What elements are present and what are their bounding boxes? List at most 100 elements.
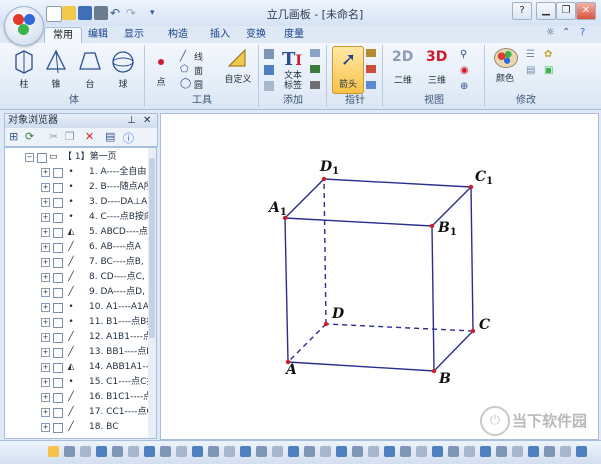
- tree-expand-icon[interactable]: +: [41, 348, 50, 357]
- text-label-label[interactable]: 文本 标签: [280, 71, 306, 91]
- tree-item-checkbox[interactable]: [53, 273, 63, 283]
- vertex-C[interactable]: [470, 328, 476, 334]
- object-tree[interactable]: − ▭ 【 1】第一页 + • 1. A----全自由 + • 2. B----随点A所 +…: [4, 147, 150, 439]
- tree-item-checkbox[interactable]: [53, 228, 63, 238]
- color-label[interactable]: 颜色: [490, 71, 520, 84]
- circle-tool-icon[interactable]: [112, 446, 123, 457]
- save-icon[interactable]: [78, 6, 92, 20]
- add-grid-icon-2[interactable]: [264, 65, 274, 75]
- custom-tool-icon[interactable]: [226, 47, 248, 69]
- edge-D1A1[interactable]: [284, 178, 325, 219]
- minimize-button[interactable]: ▁: [536, 2, 556, 20]
- tree-expand-icon[interactable]: +: [41, 213, 50, 222]
- tree-item-checkbox[interactable]: [53, 333, 63, 343]
- tree-expand-icon[interactable]: +: [41, 303, 50, 312]
- restore-button[interactable]: ❐: [556, 2, 576, 20]
- tree-expand-icon[interactable]: +: [41, 168, 50, 177]
- show-tool-icon[interactable]: [320, 446, 331, 457]
- open-folder-icon[interactable]: [62, 6, 76, 20]
- tree-item-checkbox[interactable]: [53, 213, 63, 223]
- panel-close-icon[interactable]: ✕: [143, 114, 151, 128]
- help-tool-icon[interactable]: [480, 446, 491, 457]
- tree-expand-icon[interactable]: +: [41, 318, 50, 327]
- arrow-tool-button[interactable]: ➚ 箭头: [332, 46, 364, 94]
- color-palette-icon[interactable]: [494, 48, 518, 68]
- point-tool-icon[interactable]: [64, 446, 75, 457]
- label-tool-icon[interactable]: [576, 446, 587, 457]
- view-2d-icon[interactable]: 2D: [392, 49, 413, 65]
- line-tool-label[interactable]: 线: [194, 50, 206, 63]
- quick-access-dropdown-icon[interactable]: ▾: [150, 6, 164, 20]
- vertex-D1[interactable]: [321, 176, 327, 182]
- pin-icon[interactable]: ⊥: [127, 114, 136, 128]
- tree-collapse-icon[interactable]: −: [25, 153, 34, 162]
- text-label-icon[interactable]: TI: [282, 49, 302, 70]
- info-icon[interactable]: ⓘ: [123, 130, 134, 146]
- tree-refresh-icon[interactable]: ⟳: [25, 130, 34, 143]
- tree-item-checkbox[interactable]: [53, 393, 63, 403]
- edge-BC[interactable]: [433, 330, 474, 372]
- modify-extra-icon-3[interactable]: ✿: [544, 49, 552, 60]
- edge-BB1[interactable]: [431, 225, 435, 372]
- pyramid-icon[interactable]: [44, 49, 68, 75]
- frustum-icon[interactable]: [78, 49, 102, 75]
- help-icon[interactable]: ?: [512, 2, 532, 20]
- add-side-icon-2[interactable]: [310, 65, 320, 73]
- pointer-extra-icon-2[interactable]: [366, 65, 376, 73]
- prism-icon[interactable]: [12, 49, 36, 75]
- tree-checkbox[interactable]: [37, 153, 47, 163]
- tree-expand-icon[interactable]: +: [41, 228, 50, 237]
- print-tool-icon[interactable]: [528, 446, 539, 457]
- zoom-in-tool-icon[interactable]: [352, 446, 363, 457]
- frustum-tool-icon[interactable]: [160, 446, 171, 457]
- close-button[interactable]: ✕: [576, 2, 596, 20]
- view-2d-label[interactable]: 二维: [390, 73, 416, 86]
- settings-tool-icon[interactable]: [496, 446, 507, 457]
- tree-expand-icon[interactable]: +: [41, 423, 50, 432]
- edge-A1B1[interactable]: [284, 217, 433, 227]
- edge-CC1[interactable]: [470, 186, 474, 332]
- add-side-icon-3[interactable]: [310, 81, 320, 89]
- tree-expand-icon[interactable]: ⊞: [9, 130, 18, 143]
- tree-item-checkbox[interactable]: [53, 348, 63, 358]
- sphere-tool-icon[interactable]: [176, 446, 187, 457]
- tree-item-checkbox[interactable]: [53, 423, 63, 433]
- cube-figure[interactable]: A B C D A1 B1 C1 D1: [161, 114, 598, 439]
- edge-CD[interactable]: [325, 323, 474, 332]
- view-extra-icon-2[interactable]: ◉: [460, 65, 469, 76]
- print-icon[interactable]: [94, 6, 108, 20]
- export-tool-icon[interactable]: [512, 446, 523, 457]
- face-tool-icon[interactable]: ⬠: [180, 64, 189, 75]
- rotate-tool-icon[interactable]: [256, 446, 267, 457]
- view-3d-icon[interactable]: 3D: [426, 49, 447, 65]
- modify-extra-icon-1[interactable]: ☰: [526, 49, 535, 60]
- view-3d-label[interactable]: 三维: [424, 73, 450, 86]
- style-tool-icon[interactable]: [544, 446, 555, 457]
- face-tool-label[interactable]: 面: [194, 64, 206, 77]
- tree-expand-icon[interactable]: +: [41, 258, 50, 267]
- tree-item-checkbox[interactable]: [53, 243, 63, 253]
- hide-tool-icon[interactable]: [304, 446, 315, 457]
- line-tool-icon[interactable]: ╱: [180, 51, 186, 62]
- layer-tool-icon[interactable]: [560, 446, 571, 457]
- tab-common[interactable]: 常用: [44, 27, 82, 43]
- new-file-icon[interactable]: [46, 6, 62, 22]
- vertex-D[interactable]: [323, 321, 329, 327]
- animate-tool-icon[interactable]: [432, 446, 443, 457]
- text-tool-icon[interactable]: [224, 446, 235, 457]
- add-side-icon-1[interactable]: [310, 49, 320, 57]
- scroll-thumb[interactable]: [149, 158, 155, 338]
- tree-expand-icon[interactable]: +: [41, 183, 50, 192]
- scale-tool-icon[interactable]: [288, 446, 299, 457]
- add-grid-icon-1[interactable]: [264, 49, 274, 59]
- tree-expand-icon[interactable]: +: [41, 273, 50, 282]
- properties-icon[interactable]: ▤: [105, 130, 115, 143]
- tree-expand-icon[interactable]: +: [41, 198, 50, 207]
- tab-display[interactable]: 显示: [116, 27, 152, 42]
- tree-item-checkbox[interactable]: [53, 318, 63, 328]
- tree-item-checkbox[interactable]: [53, 198, 63, 208]
- tab-measure[interactable]: 度量: [276, 27, 312, 42]
- undo-icon[interactable]: ↶: [110, 6, 124, 20]
- color-tool-icon[interactable]: [336, 446, 347, 457]
- edge-DA[interactable]: [287, 323, 327, 363]
